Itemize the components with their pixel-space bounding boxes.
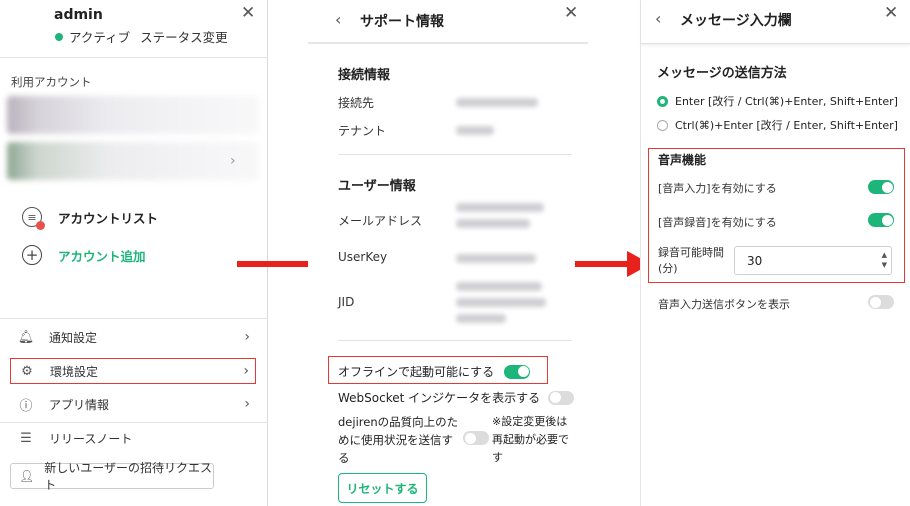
jid-value-blurred	[456, 314, 506, 323]
connection-heading: 接続情報	[338, 68, 391, 83]
jid-value-blurred	[456, 282, 542, 291]
account-menu-panel: admin ✕ アクティブ ステータス変更 利用アカウント › ≡ アカウントリ…	[0, 0, 268, 506]
divider	[0, 318, 268, 319]
add-account-link[interactable]: + アカウント追加	[22, 245, 146, 265]
jid-label: JID	[338, 295, 355, 309]
plus-circle-icon: +	[22, 245, 42, 265]
divider	[338, 340, 572, 341]
offline-start-option[interactable]: オフラインで起動可能にする	[338, 363, 531, 380]
chevron-right-icon: ›	[243, 363, 249, 379]
status-dot	[55, 32, 63, 41]
show-voice-send-button-label: 音声入力送信ボタンを表示	[658, 298, 790, 311]
username: admin	[54, 7, 103, 23]
enable-voice-input-label: [音声入力]を有効にする	[658, 182, 777, 195]
menu-item-environment[interactable]: ⚙ 環境設定 ›	[10, 358, 256, 384]
connection-value-blurred	[456, 98, 538, 107]
close-icon[interactable]: ✕	[564, 3, 578, 23]
offline-toggle[interactable]	[504, 364, 531, 379]
support-info-panel: ‹ サポート情報 ✕ 接続情報 接続先 テナント ユーザー情報 メールアドレス …	[308, 0, 588, 506]
status-text: アクティブ	[69, 30, 131, 45]
account-item-blurred[interactable]	[7, 96, 259, 134]
email-label: メールアドレス	[338, 214, 423, 228]
divider	[0, 422, 268, 423]
websocket-indicator-option[interactable]: WebSocket インジケータを表示する	[338, 389, 575, 406]
send-option-ctrl-enter[interactable]: Ctrl(⌘)+Enter [改行 / Enter, Shift+Enter]	[657, 117, 898, 133]
radio-unselected[interactable]	[657, 119, 668, 131]
menu-item-app-info[interactable]: ⓘ アプリ情報 ›	[10, 391, 256, 417]
radio-selected[interactable]	[657, 95, 668, 107]
userkey-value-blurred	[456, 254, 536, 263]
page-title: サポート情報	[360, 14, 444, 30]
account-list-icon: ≡	[22, 207, 45, 230]
voice-send-button-toggle[interactable]	[868, 295, 894, 309]
bell-icon: 🔔︎	[17, 329, 35, 345]
close-icon[interactable]: ✕	[241, 3, 255, 23]
panel-header: ‹ メッセージ入力欄 ✕	[641, 0, 910, 44]
chevron-right-icon: ›	[244, 329, 250, 345]
voice-input-toggle[interactable]	[868, 180, 894, 194]
send-method-heading: メッセージの送信方法	[657, 66, 787, 81]
gear-icon: ⚙	[21, 363, 33, 379]
voice-recording-toggle[interactable]	[868, 213, 894, 227]
page-title: メッセージ入力欄	[680, 13, 792, 29]
email-value-blurred	[456, 219, 530, 228]
info-icon: ⓘ	[19, 398, 33, 414]
userkey-label: UserKey	[338, 250, 388, 264]
account-list-link[interactable]: ≡ アカウントリスト	[22, 207, 158, 230]
recording-time-stepper[interactable]: 30 ▲ ▼	[734, 246, 892, 275]
user-info-heading: ユーザー情報	[338, 179, 416, 194]
status-change-link[interactable]: ステータス変更	[140, 27, 228, 46]
close-icon[interactable]: ✕	[884, 3, 898, 23]
chevron-right-icon: ›	[244, 396, 250, 412]
stepper-arrows-icon[interactable]: ▲ ▼	[882, 250, 887, 270]
voice-features-heading: 音声機能	[658, 153, 707, 167]
tenant-value-blurred	[456, 126, 494, 135]
tenant-label: テナント	[338, 124, 387, 138]
menu-item-notification[interactable]: 🔔︎ 通知設定 ›	[10, 324, 256, 350]
websocket-toggle[interactable]	[548, 390, 575, 405]
invite-request-button[interactable]: 👤︎ 新しいユーザーの招待リクエスト	[10, 461, 214, 492]
divider	[0, 57, 268, 58]
reset-button[interactable]: リセットする	[338, 473, 427, 503]
enable-voice-recording-label: [音声録音]を有効にする	[658, 216, 777, 229]
chevron-right-icon: ›	[230, 153, 236, 169]
restart-note: ※設定変更後は再起動が必要です	[492, 415, 569, 464]
accounts-section-label: 利用アカウント	[11, 75, 92, 89]
recording-time-label: 録音可能時間(分)	[658, 246, 724, 275]
back-chevron-icon[interactable]: ‹	[335, 10, 341, 29]
divider	[308, 42, 588, 44]
jid-value-blurred	[456, 298, 546, 307]
status-row[interactable]: アクティブ ステータス変更	[55, 27, 228, 46]
send-option-enter[interactable]: Enter [改行 / Ctrl(⌘)+Enter, Shift+Enter]	[657, 93, 898, 109]
quality-option-label: dejirenの品質向上のために使用状況を送信する	[338, 415, 459, 465]
list-icon: ☰	[20, 430, 32, 446]
message-input-panel: ‹ メッセージ入力欄 ✕ メッセージの送信方法 Enter [改行 / Ctrl…	[640, 0, 910, 506]
screenshot-composite: admin ✕ アクティブ ステータス変更 利用アカウント › ≡ アカウントリ…	[0, 0, 910, 506]
account-item-blurred[interactable]	[7, 142, 259, 180]
email-value-blurred	[456, 203, 544, 212]
user-plus-icon: 👤︎	[19, 469, 35, 483]
back-chevron-icon[interactable]: ‹	[655, 9, 661, 28]
connection-to-label: 接続先	[338, 96, 375, 110]
divider	[338, 154, 572, 155]
menu-item-release-notes[interactable]: ☰ リリースノート	[10, 425, 256, 451]
quality-toggle[interactable]	[463, 431, 489, 445]
